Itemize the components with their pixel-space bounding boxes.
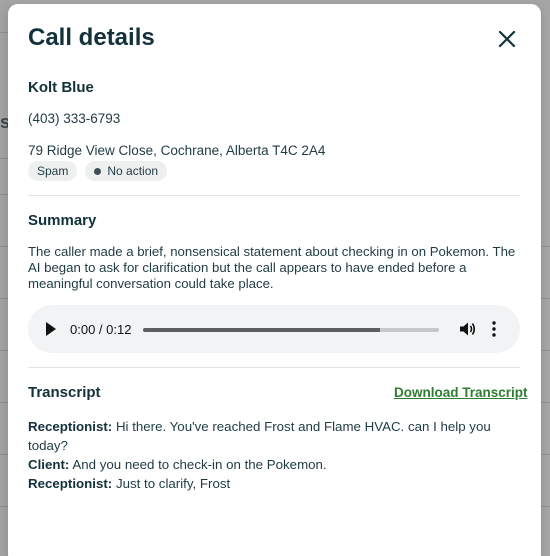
volume-icon[interactable] bbox=[458, 320, 476, 338]
status-dot-icon bbox=[94, 167, 102, 175]
background-divider bbox=[540, 454, 550, 455]
audio-progress-bar[interactable] bbox=[143, 328, 439, 332]
transcript-speaker: Receptionist: bbox=[28, 476, 113, 491]
summary-title: Summary bbox=[28, 212, 97, 229]
section-divider bbox=[28, 195, 520, 196]
section-divider bbox=[28, 367, 520, 368]
spam-tag: Spam bbox=[28, 161, 78, 181]
background-divider bbox=[540, 298, 550, 299]
audio-player: 0:00 / 0:12 bbox=[28, 305, 520, 353]
background-divider bbox=[540, 402, 550, 403]
contact-phone: (403) 333-6793 bbox=[28, 111, 121, 126]
tag-label: Spam bbox=[37, 164, 69, 178]
transcript-line: Receptionist: Hi there. You've reached F… bbox=[28, 417, 524, 455]
play-icon[interactable] bbox=[46, 322, 56, 336]
modal-title: Call details bbox=[28, 24, 155, 51]
more-vertical-icon[interactable] bbox=[491, 320, 497, 338]
transcript-speaker: Client: bbox=[28, 457, 70, 472]
close-button[interactable] bbox=[496, 28, 518, 50]
contact-name: Kolt Blue bbox=[28, 79, 94, 96]
call-details-modal: Call details Kolt Blue (403) 333-6793 79… bbox=[8, 4, 541, 556]
status-tag: No action bbox=[85, 161, 168, 181]
transcript-text: Just to clarify, Frost bbox=[115, 476, 231, 491]
tag-label: No action bbox=[107, 164, 159, 178]
transcript-line: Client: And you need to check-in on the … bbox=[28, 455, 524, 474]
transcript-text: And you need to check-in on the Pokemon. bbox=[72, 457, 327, 472]
background-right-edge bbox=[540, 0, 550, 556]
background-divider bbox=[540, 246, 550, 247]
transcript-title: Transcript bbox=[28, 384, 101, 401]
summary-text: The caller made a brief, nonsensical sta… bbox=[28, 244, 516, 291]
contact-address: 79 Ridge View Close, Cochrane, Alberta T… bbox=[28, 143, 326, 158]
transcript-line: Receptionist: Just to clarify, Frost bbox=[28, 474, 524, 493]
close-icon bbox=[498, 30, 516, 48]
background-divider bbox=[540, 350, 550, 351]
background-divider bbox=[540, 506, 550, 507]
audio-time: 0:00 / 0:12 bbox=[70, 322, 132, 337]
audio-progress-fill bbox=[143, 328, 380, 332]
transcript-speaker: Receptionist: bbox=[28, 419, 113, 434]
tag-list: Spam No action bbox=[28, 161, 168, 181]
download-transcript-link[interactable]: Download Transcript bbox=[394, 385, 528, 400]
transcript-body: Receptionist: Hi there. You've reached F… bbox=[28, 417, 524, 493]
